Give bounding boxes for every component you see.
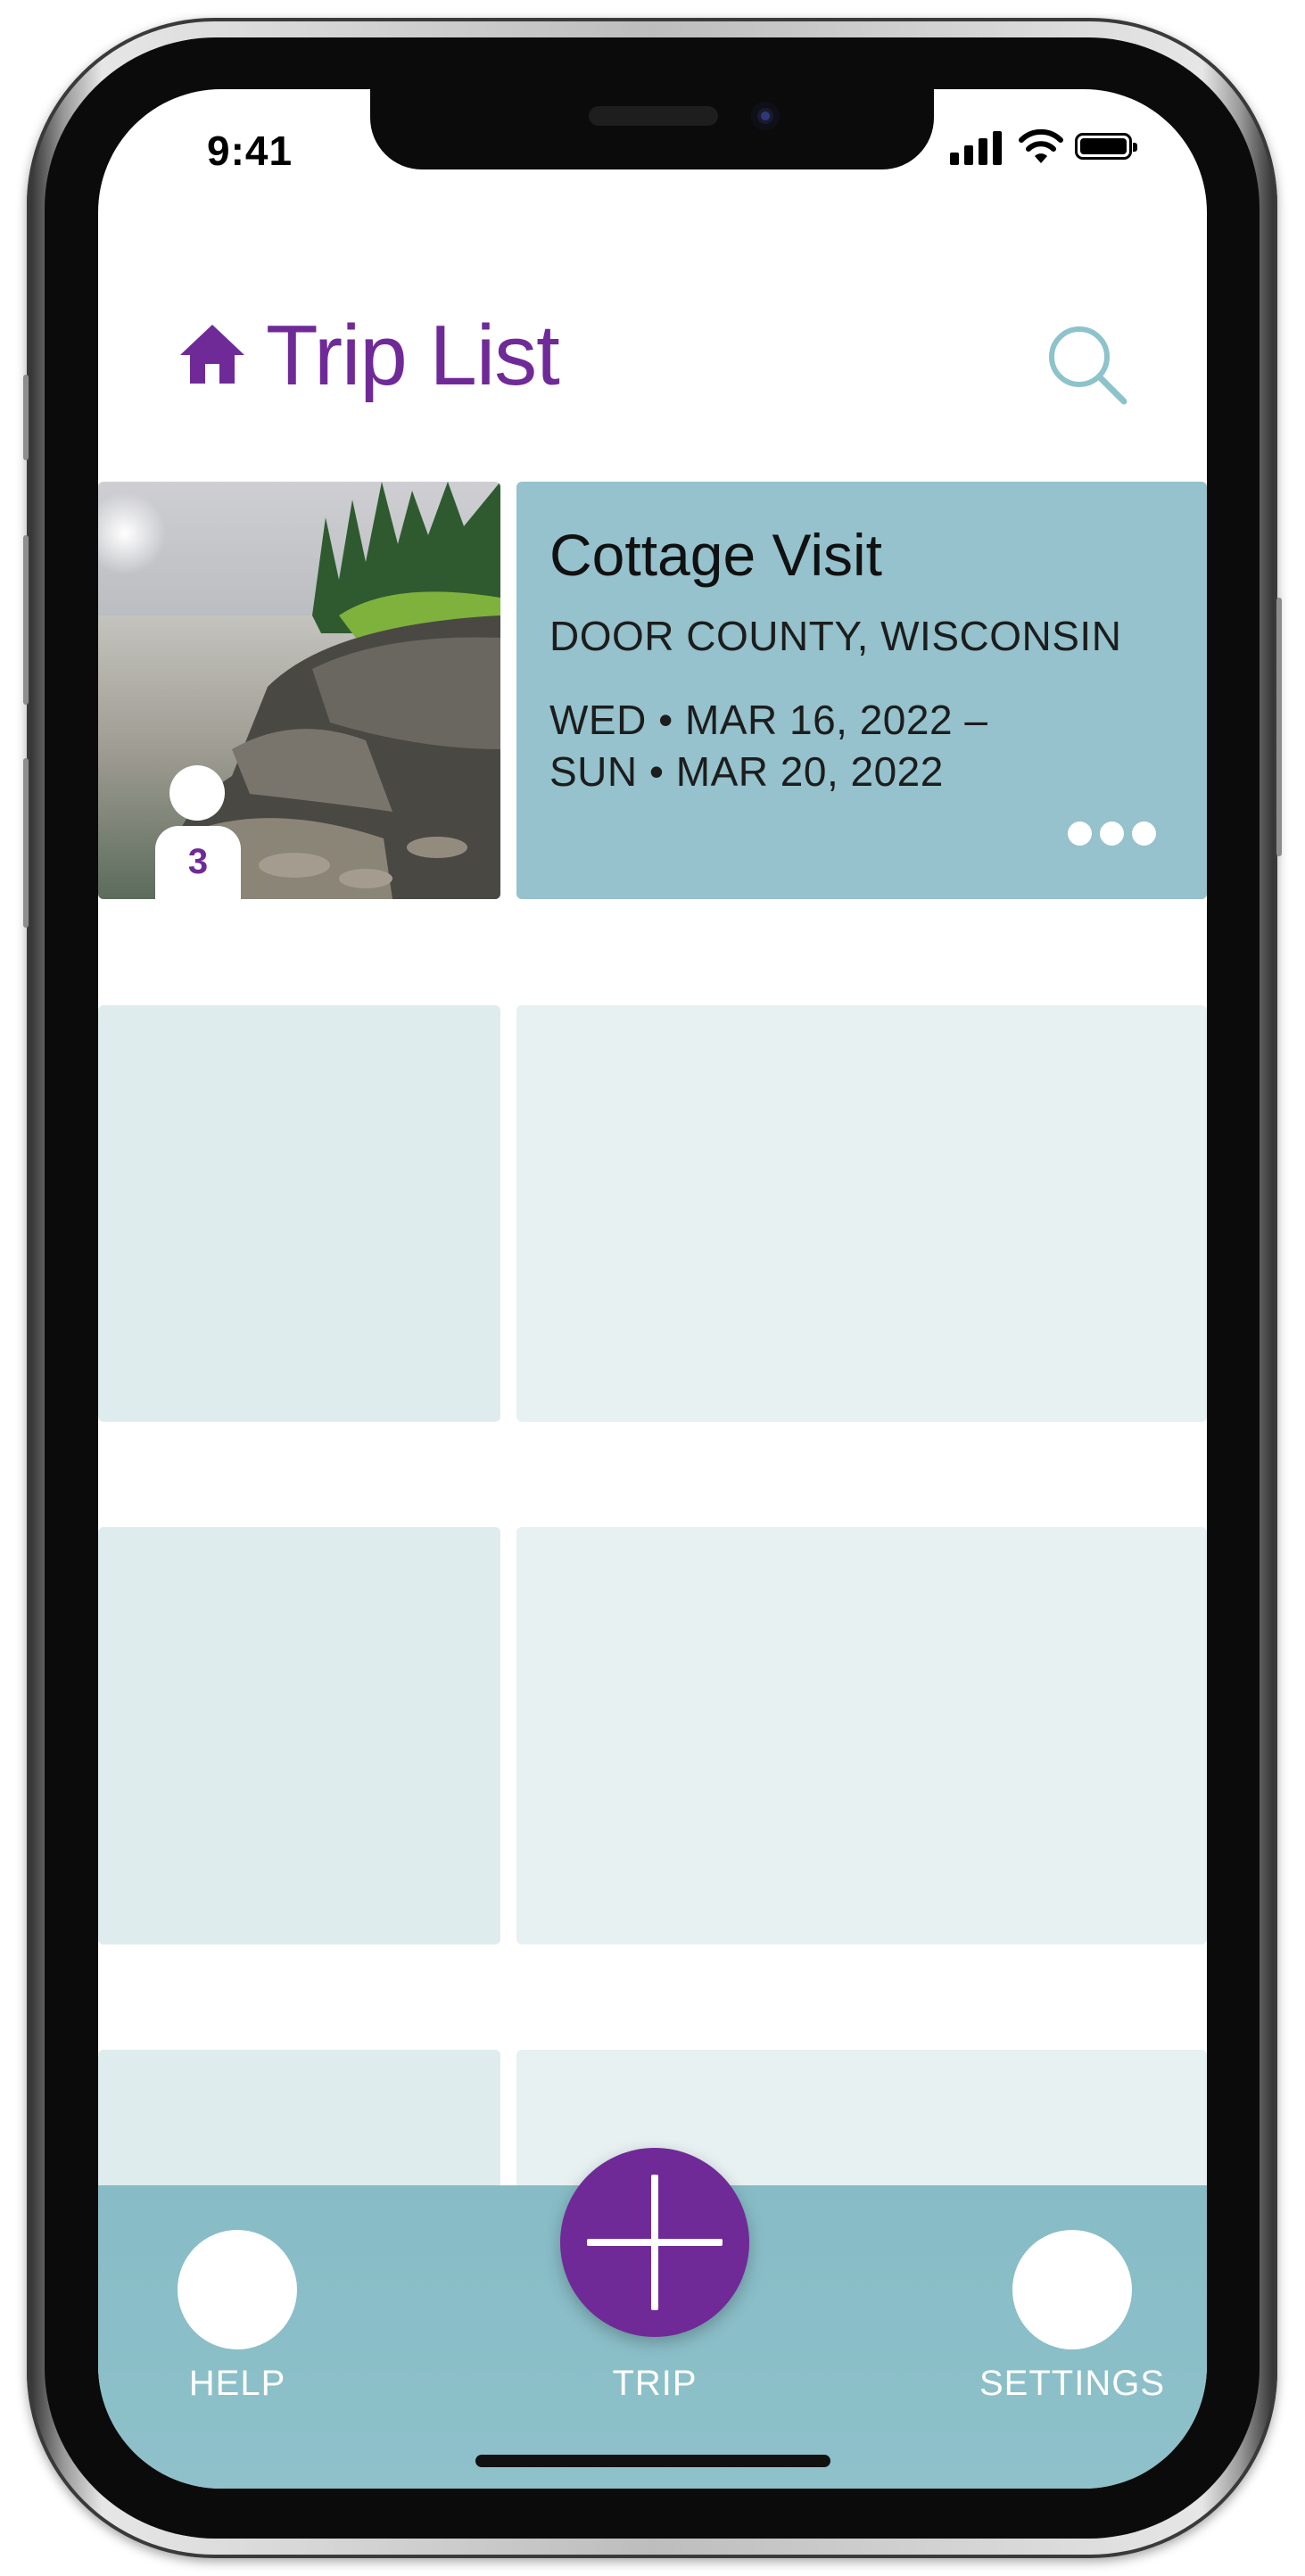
placeholder-card bbox=[516, 1005, 1207, 1422]
placeholder-tile bbox=[98, 1527, 500, 1944]
trip-title: Cottage Visit bbox=[549, 522, 882, 588]
plus-icon-vertical bbox=[651, 2175, 658, 2310]
page-title: Trip List bbox=[266, 308, 560, 403]
home-icon[interactable] bbox=[178, 323, 246, 385]
person-icon bbox=[169, 765, 225, 821]
signal-icon bbox=[950, 129, 1004, 165]
trip-dates: WED • MAR 16, 2022 – SUN • MAR 20, 2022 bbox=[549, 694, 987, 797]
placeholder-card bbox=[516, 1527, 1207, 1944]
trip-label: TRIP bbox=[612, 2364, 698, 2403]
traveler-count-badge: 3 bbox=[155, 765, 241, 899]
phone-screen: 9:41 Trip List 3 Cottage Visit DOOR COUN… bbox=[98, 89, 1207, 2489]
speaker-grille bbox=[589, 106, 718, 126]
trip-date-end: SUN • MAR 20, 2022 bbox=[549, 748, 944, 795]
notch bbox=[370, 89, 934, 169]
wifi-icon bbox=[1019, 128, 1063, 163]
front-camera bbox=[751, 102, 780, 130]
settings-button[interactable] bbox=[1012, 2230, 1132, 2349]
header: Trip List bbox=[98, 303, 1207, 410]
placeholder-tile bbox=[98, 1005, 500, 1422]
trip-photo[interactable]: 3 bbox=[98, 482, 500, 899]
more-options-icon[interactable] bbox=[1068, 821, 1157, 847]
settings-label: SETTINGS bbox=[979, 2364, 1166, 2403]
home-indicator[interactable] bbox=[475, 2455, 830, 2467]
add-trip-button[interactable] bbox=[560, 2148, 749, 2337]
help-button[interactable] bbox=[178, 2230, 297, 2349]
help-label: HELP bbox=[188, 2364, 286, 2403]
volume-down-button bbox=[23, 758, 29, 928]
status-time: 9:41 bbox=[207, 128, 293, 174]
mute-switch bbox=[23, 375, 29, 460]
trip-date-start: WED • MAR 16, 2022 – bbox=[549, 697, 988, 743]
power-button bbox=[1276, 598, 1282, 856]
trip-location: DOOR COUNTY, WISCONSIN bbox=[549, 613, 1122, 659]
volume-up-button bbox=[23, 535, 29, 705]
search-icon[interactable] bbox=[1045, 323, 1130, 408]
traveler-badge-body: 3 bbox=[155, 826, 241, 899]
traveler-count: 3 bbox=[187, 842, 209, 881]
battery-icon bbox=[1075, 133, 1137, 160]
trip-card[interactable]: Cottage Visit DOOR COUNTY, WISCONSIN WED… bbox=[516, 482, 1207, 899]
